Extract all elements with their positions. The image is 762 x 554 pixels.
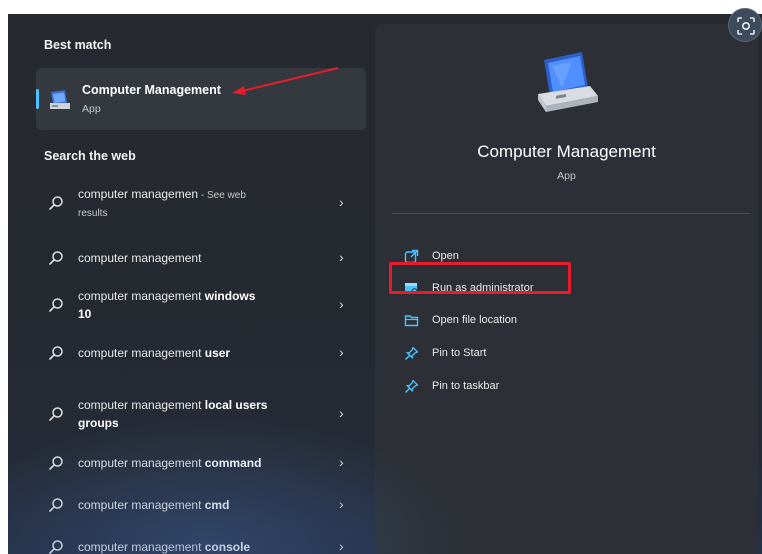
action-open[interactable]: Open <box>404 248 684 268</box>
query-text: computer management <box>78 251 202 265</box>
chevron-right-icon: › <box>339 194 344 210</box>
suffix-text: - See web <box>198 190 246 201</box>
web-result-item[interactable]: computer managemen - See web results › <box>36 184 366 222</box>
suggestion-bold-text: cmd <box>201 498 230 512</box>
web-result-item[interactable]: computer management local users groups › <box>36 395 366 433</box>
action-label: Run as administrator <box>432 282 534 294</box>
action-open-file-location[interactable]: Open file location <box>404 312 684 332</box>
search-web-heading: Search the web <box>44 149 136 163</box>
chevron-right-icon: › <box>339 538 344 554</box>
action-label: Pin to taskbar <box>432 380 500 392</box>
divider <box>392 213 750 214</box>
search-icon <box>49 346 63 360</box>
search-icon <box>49 407 63 421</box>
query-text: computer management <box>78 289 202 303</box>
lens-icon <box>737 17 755 35</box>
web-result-text: computer management command <box>78 455 318 473</box>
open-icon <box>404 249 419 264</box>
web-result-text: computer management console <box>78 539 318 554</box>
query-text: computer management <box>78 398 202 412</box>
web-result-text: computer management user <box>78 345 318 363</box>
search-icon <box>49 540 63 554</box>
query-text: computer management <box>78 498 202 512</box>
web-result-text: computer management <box>78 250 318 268</box>
search-icon <box>49 196 63 210</box>
search-icon <box>49 456 63 470</box>
web-result-item[interactable]: computer management command › <box>36 451 366 489</box>
suggestion-bold-text: console <box>201 540 251 554</box>
annotation-arrow <box>232 67 339 95</box>
best-match-type: App <box>82 103 101 115</box>
action-label: Open file location <box>432 314 517 326</box>
pin-icon <box>405 379 419 393</box>
query-text: computer management <box>78 540 202 554</box>
action-run-as-administrator[interactable]: Run as administrator <box>404 280 684 300</box>
web-result-text: computer management windows 10 <box>78 288 318 322</box>
suggestion-bold-text: local users <box>201 398 268 412</box>
web-result-item[interactable]: computer management user › <box>36 341 366 379</box>
search-icon <box>49 498 63 512</box>
query-text: computer management <box>78 346 202 360</box>
visual-search-button[interactable] <box>728 8 762 42</box>
web-result-text: computer management cmd <box>78 497 318 515</box>
run-as-admin-icon <box>405 283 418 295</box>
suggestion-bold-text: user <box>201 346 231 360</box>
search-flyout: Best match Computer Management App Searc… <box>8 14 762 554</box>
second-line-text: groups <box>78 416 119 430</box>
chevron-right-icon: › <box>339 344 344 360</box>
folder-icon <box>404 315 419 327</box>
web-result-text: computer managemen - See web results <box>78 186 318 222</box>
web-result-item[interactable]: computer management › <box>36 246 366 284</box>
computer-management-icon <box>538 52 598 112</box>
web-result-item[interactable]: computer management cmd › <box>36 493 366 531</box>
app-title: Computer Management <box>477 142 656 161</box>
chevron-right-icon: › <box>339 405 344 421</box>
web-result-text: computer management local users groups <box>78 397 318 431</box>
best-match-name: Computer Management <box>82 83 221 97</box>
selection-indicator <box>36 89 39 109</box>
action-label: Open <box>432 250 459 262</box>
pin-icon <box>405 346 419 360</box>
action-label: Pin to Start <box>432 347 487 359</box>
best-match-heading: Best match <box>44 38 112 52</box>
chevron-right-icon: › <box>339 296 344 312</box>
chevron-right-icon: › <box>339 496 344 512</box>
search-icon <box>49 251 63 265</box>
web-result-item[interactable]: computer management windows 10 › <box>36 286 366 324</box>
second-line-text: 10 <box>78 307 92 321</box>
computer-management-icon <box>50 90 70 109</box>
web-result-item[interactable]: computer management console › <box>36 535 366 554</box>
second-line-text: results <box>78 208 108 219</box>
query-text: computer management <box>78 456 202 470</box>
details-panel: Computer Management App Open Run as admin… <box>375 24 758 554</box>
chevron-right-icon: › <box>339 249 344 265</box>
app-subtitle: App <box>557 170 576 182</box>
suggestion-bold-text: windows <box>201 289 256 303</box>
search-icon <box>49 298 63 312</box>
chevron-right-icon: › <box>339 454 344 470</box>
suggestion-bold-text: command <box>201 456 262 470</box>
action-pin-to-start[interactable]: Pin to Start <box>404 345 684 365</box>
action-pin-to-taskbar[interactable]: Pin to taskbar <box>404 378 684 398</box>
query-text: computer managemen <box>78 187 199 201</box>
